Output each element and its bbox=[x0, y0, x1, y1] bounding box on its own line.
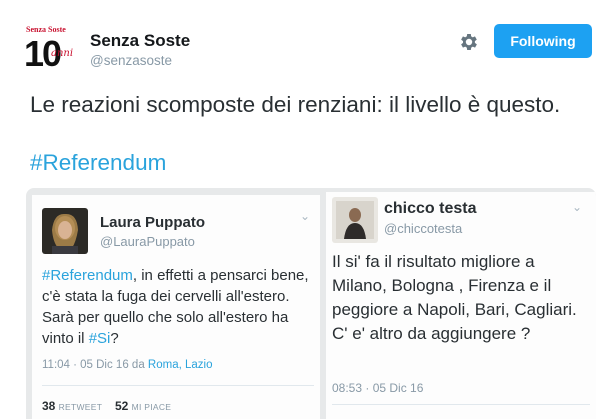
hashtag-si: #Si bbox=[88, 330, 111, 347]
embedded-author-name: chicco testa bbox=[384, 200, 477, 217]
retweet-count: 38 bbox=[42, 399, 56, 413]
senza-soste-logo: Senza Soste 10 anni bbox=[24, 25, 73, 74]
retweet-label: RETWEET bbox=[58, 402, 103, 412]
divider bbox=[42, 385, 314, 386]
embedded-tweet-left: Laura Puppato @LauraPuppato ⌄ #Referendu… bbox=[32, 195, 320, 419]
logo-script: anni bbox=[51, 48, 73, 59]
hashtag-referendum: #Referendum bbox=[42, 267, 133, 284]
tweet-text: Le reazioni scomposte dei renziani: il l… bbox=[30, 92, 561, 117]
hashtag-link[interactable]: #Referendum bbox=[30, 148, 166, 177]
chevron-down-icon: ⌄ bbox=[572, 200, 583, 214]
attached-image[interactable]: Laura Puppato @LauraPuppato ⌄ #Referendu… bbox=[26, 188, 596, 419]
avatar bbox=[332, 197, 378, 243]
like-label: MI PIACE bbox=[131, 402, 172, 412]
divider bbox=[332, 404, 590, 405]
chevron-down-icon: ⌄ bbox=[300, 209, 311, 223]
author-handle[interactable]: @senzasoste bbox=[90, 53, 172, 68]
embedded-author-handle: @LauraPuppato bbox=[100, 234, 195, 249]
embedded-tweet-body: #Referendum, in effetti a pensarci bene,… bbox=[42, 265, 314, 349]
embedded-author-name: Laura Puppato bbox=[100, 214, 206, 231]
embedded-timestamp: 08:53 · 05 Dic 16 bbox=[332, 381, 424, 395]
timestamp-text: 11:04 · 05 Dic 16 da bbox=[42, 359, 148, 371]
engagement-stats: 38 RETWEET 52 MI PIACE bbox=[42, 399, 171, 413]
location-link: Roma, Lazio bbox=[147, 359, 213, 371]
following-button[interactable]: Following bbox=[494, 24, 592, 58]
author-name[interactable]: Senza Soste bbox=[90, 31, 190, 51]
avatar bbox=[42, 208, 88, 254]
author-avatar-logo[interactable]: Senza Soste 10 anni bbox=[24, 24, 78, 74]
embedded-timestamp: 11:04 · 05 Dic 16 da Roma, Lazio bbox=[42, 359, 212, 371]
body-text-part2: ? bbox=[110, 330, 119, 347]
embedded-tweet-body: Il si' fa il risultato migliore a Milano… bbox=[332, 252, 577, 343]
embedded-tweet-right: chicco testa @chiccotesta ⌄ Il si' fa il… bbox=[326, 192, 596, 419]
embedded-author-handle: @chiccotesta bbox=[384, 221, 463, 236]
like-count: 52 bbox=[115, 399, 129, 413]
gear-icon[interactable] bbox=[458, 31, 480, 53]
